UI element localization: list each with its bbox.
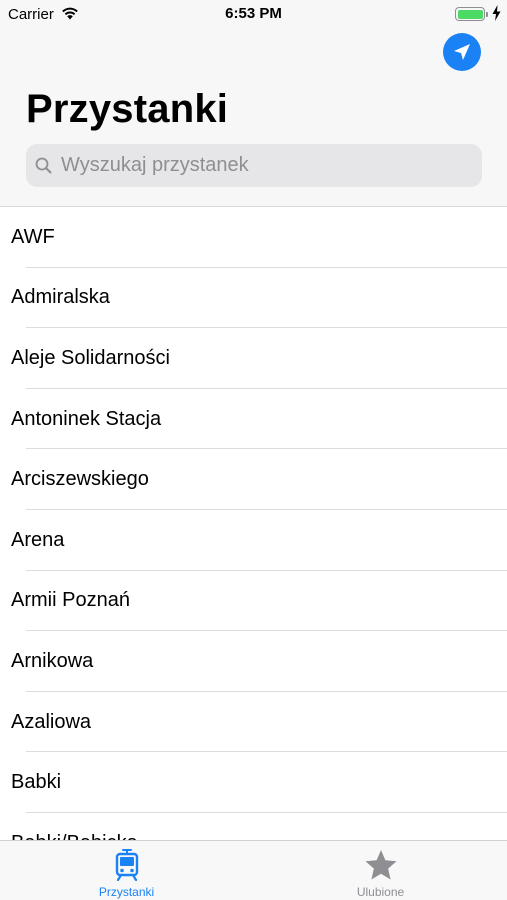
status-bar: Carrier 6:53 PM: [0, 0, 507, 28]
tab-bar: Przystanki Ulubione: [0, 840, 507, 900]
tab-ulubione[interactable]: Ulubione: [254, 841, 507, 900]
battery-icon: [455, 7, 488, 21]
list-item[interactable]: Azaliowa: [0, 692, 507, 753]
tram-icon: [115, 849, 138, 881]
list-item[interactable]: Arciszewskiego: [0, 449, 507, 510]
battery-level: [457, 9, 483, 19]
tab-label: Przystanki: [98, 885, 155, 899]
list-item[interactable]: Arena: [0, 510, 507, 571]
search-bar[interactable]: [26, 144, 482, 187]
search-icon: [35, 157, 52, 174]
list-item[interactable]: Armii Poznań: [0, 571, 507, 632]
list-item[interactable]: Babki: [0, 752, 507, 813]
search-input[interactable]: [61, 144, 471, 187]
status-time: 6:53 PM: [225, 5, 282, 22]
list-item[interactable]: Admiralska: [0, 268, 507, 329]
charging-bolt-icon: [492, 5, 501, 21]
list-item[interactable]: AWF: [0, 207, 507, 268]
list-item[interactable]: Babki/Babicka: [0, 813, 507, 840]
location-arrow-icon: [454, 44, 470, 60]
stop-list[interactable]: AWF Admiralska Aleje Solidarności Antoni…: [0, 206, 507, 840]
tab-przystanki[interactable]: Przystanki: [0, 841, 253, 900]
page-title: Przystanki: [26, 87, 229, 131]
list-item[interactable]: Aleje Solidarności: [0, 328, 507, 389]
location-button[interactable]: [443, 33, 481, 71]
list-item[interactable]: Antoninek Stacja: [0, 389, 507, 450]
tab-label: Ulubione: [356, 885, 405, 899]
battery-tip: [486, 12, 488, 17]
list-item[interactable]: Arnikowa: [0, 631, 507, 692]
star-icon: [365, 850, 396, 880]
